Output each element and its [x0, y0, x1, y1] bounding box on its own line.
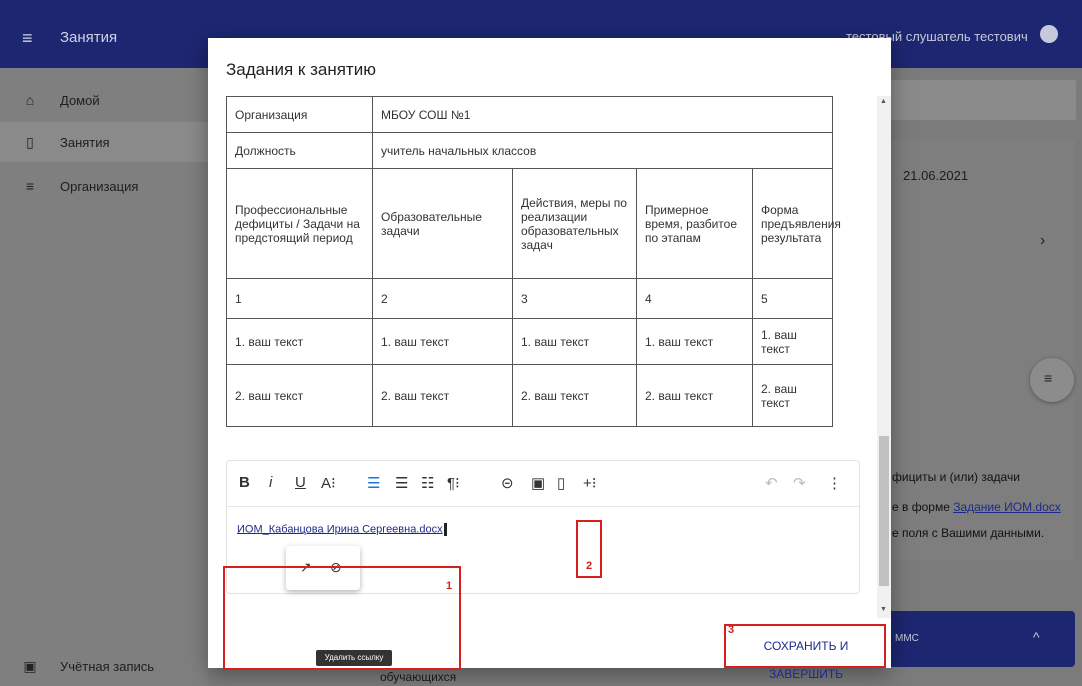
- table-cell[interactable]: 2. ваш текст: [751, 364, 834, 427]
- table-cell[interactable]: 1. ваш текст: [512, 318, 637, 365]
- chevron-up-icon[interactable]: ^: [1033, 629, 1040, 645]
- redo-icon[interactable]: ↷: [793, 474, 806, 492]
- app-title: Занятия: [60, 29, 118, 46]
- table-header-cell[interactable]: Примерное время, разбитое по этапам: [636, 168, 753, 279]
- account-icon[interactable]: [1040, 25, 1058, 43]
- table-cell[interactable]: МБОУ СОШ №1: [371, 96, 834, 133]
- task-text: е в форме Задание ИОМ.docx: [892, 500, 1061, 514]
- bold-button[interactable]: B: [239, 474, 250, 491]
- annotation-box-3: [724, 624, 886, 668]
- table-cell[interactable]: 5: [751, 278, 834, 319]
- scrollbar[interactable]: ▲ ▼: [877, 96, 891, 618]
- table-cell[interactable]: 3: [512, 278, 637, 319]
- table-header-cell[interactable]: Действия, меры по реализации образовател…: [512, 168, 637, 279]
- template-link[interactable]: Задание ИОМ.docx: [953, 500, 1061, 514]
- table-cell[interactable]: Должность: [226, 132, 373, 169]
- lesson-date: 21.06.2021: [903, 168, 969, 183]
- table-cell[interactable]: 2. ваш текст: [372, 364, 513, 427]
- iom-table: Организация МБОУ СОШ №1 Должность учител…: [226, 96, 841, 427]
- task-text-prefix: е в форме: [892, 500, 954, 514]
- align-center-button[interactable]: ☰: [395, 474, 408, 492]
- scrollbar-thumb[interactable]: [879, 436, 889, 586]
- table-cell[interactable]: 2. ваш текст: [636, 364, 753, 427]
- annotation-number: 1: [446, 580, 453, 592]
- paragraph-button[interactable]: ¶⁝: [447, 474, 460, 492]
- table-cell[interactable]: 1. ваш текст: [372, 318, 513, 365]
- sidebar-item-lessons[interactable]: ▯ Занятия: [0, 122, 208, 162]
- more-button[interactable]: +⁝: [583, 474, 597, 492]
- list-icon: ≡: [25, 178, 35, 194]
- task-text: фициты и (или) задачи: [892, 470, 1020, 484]
- undo-icon[interactable]: ↶: [765, 474, 778, 492]
- table-cell[interactable]: 1: [226, 278, 373, 319]
- font-size-button[interactable]: A⁝: [321, 474, 336, 492]
- table-header-cell[interactable]: Форма предъявления результата: [751, 168, 841, 279]
- editor-content[interactable]: ИОМ_Кабанцова Ирина Сергеевна.docx: [237, 523, 447, 536]
- task-text: е поля с Вашими данными.: [892, 526, 1045, 540]
- dialog-title: Задания к занятию: [226, 60, 376, 79]
- footer-text: обучающихся: [380, 670, 457, 684]
- sidebar-item-label: Организация: [60, 178, 139, 194]
- italic-button[interactable]: i: [269, 474, 272, 491]
- scroll-down-icon[interactable]: ▼: [880, 606, 887, 613]
- chevron-right-icon[interactable]: ›: [1040, 232, 1045, 250]
- annotation-number: 3: [728, 624, 735, 636]
- menu-fab[interactable]: ≡: [1030, 358, 1074, 402]
- text-caret: [443, 523, 447, 536]
- table-cell[interactable]: 2. ваш текст: [226, 364, 373, 427]
- bottom-bar-label: ММС: [895, 633, 919, 644]
- table-cell[interactable]: Организация: [226, 96, 373, 133]
- table-cell[interactable]: учитель начальных классов: [371, 132, 834, 169]
- sidebar-item-label: Учётная запись: [60, 658, 155, 674]
- align-left-button[interactable]: ☰: [367, 474, 380, 492]
- annotation-number: 2: [586, 560, 593, 572]
- list-button[interactable]: ☷: [421, 474, 434, 492]
- more-vert-icon[interactable]: ⋮: [827, 474, 842, 492]
- home-icon: ⌂: [25, 92, 35, 108]
- table-cell[interactable]: 4: [636, 278, 753, 319]
- table-header-cell[interactable]: Образовательные задачи: [372, 168, 513, 279]
- image-icon[interactable]: ▣: [531, 474, 545, 492]
- attached-file-link[interactable]: ИОМ_Кабанцова Ирина Сергеевна.docx: [237, 523, 443, 535]
- sidebar-item-account[interactable]: ▣ Учётная запись: [0, 646, 208, 686]
- table-header-cell[interactable]: Профессиональные дефициты / Задачи на пр…: [226, 168, 373, 279]
- book-icon: ▯: [26, 133, 34, 150]
- link-icon[interactable]: ⊝: [501, 474, 514, 492]
- underline-button[interactable]: U: [295, 474, 306, 491]
- editor-toolbar: B i U A⁝ ☰ ☰ ☷ ¶⁝ ⊝ ▣ ▯ +⁝ ↶ ↷ ⋮: [227, 461, 859, 507]
- lesson-card: [885, 140, 1075, 560]
- table-cell[interactable]: 1. ваш текст: [751, 318, 834, 365]
- sidebar-item-organization[interactable]: ≡ Организация: [0, 166, 208, 206]
- sidebar: ⌂ Домой ▯ Занятия ≡ Организация ▣ Учётна…: [0, 68, 208, 686]
- search-card: [890, 80, 1076, 120]
- sidebar-item-home[interactable]: ⌂ Домой: [0, 80, 208, 120]
- menu-icon[interactable]: ≡: [22, 28, 33, 49]
- table-cell[interactable]: 1. ваш текст: [636, 318, 753, 365]
- file-icon[interactable]: ▯: [557, 474, 565, 492]
- sidebar-item-label: Домой: [60, 92, 100, 108]
- annotation-box-1: [223, 566, 461, 670]
- bottom-bar: ММС ^: [885, 611, 1075, 667]
- table-cell[interactable]: 2: [372, 278, 513, 319]
- table-cell[interactable]: 2. ваш текст: [512, 364, 637, 427]
- account-box-icon: ▣: [23, 657, 37, 674]
- table-cell[interactable]: 1. ваш текст: [226, 318, 373, 365]
- scroll-up-icon[interactable]: ▲: [880, 98, 887, 105]
- sidebar-item-label: Занятия: [60, 134, 110, 150]
- list-icon: ≡: [1044, 370, 1053, 386]
